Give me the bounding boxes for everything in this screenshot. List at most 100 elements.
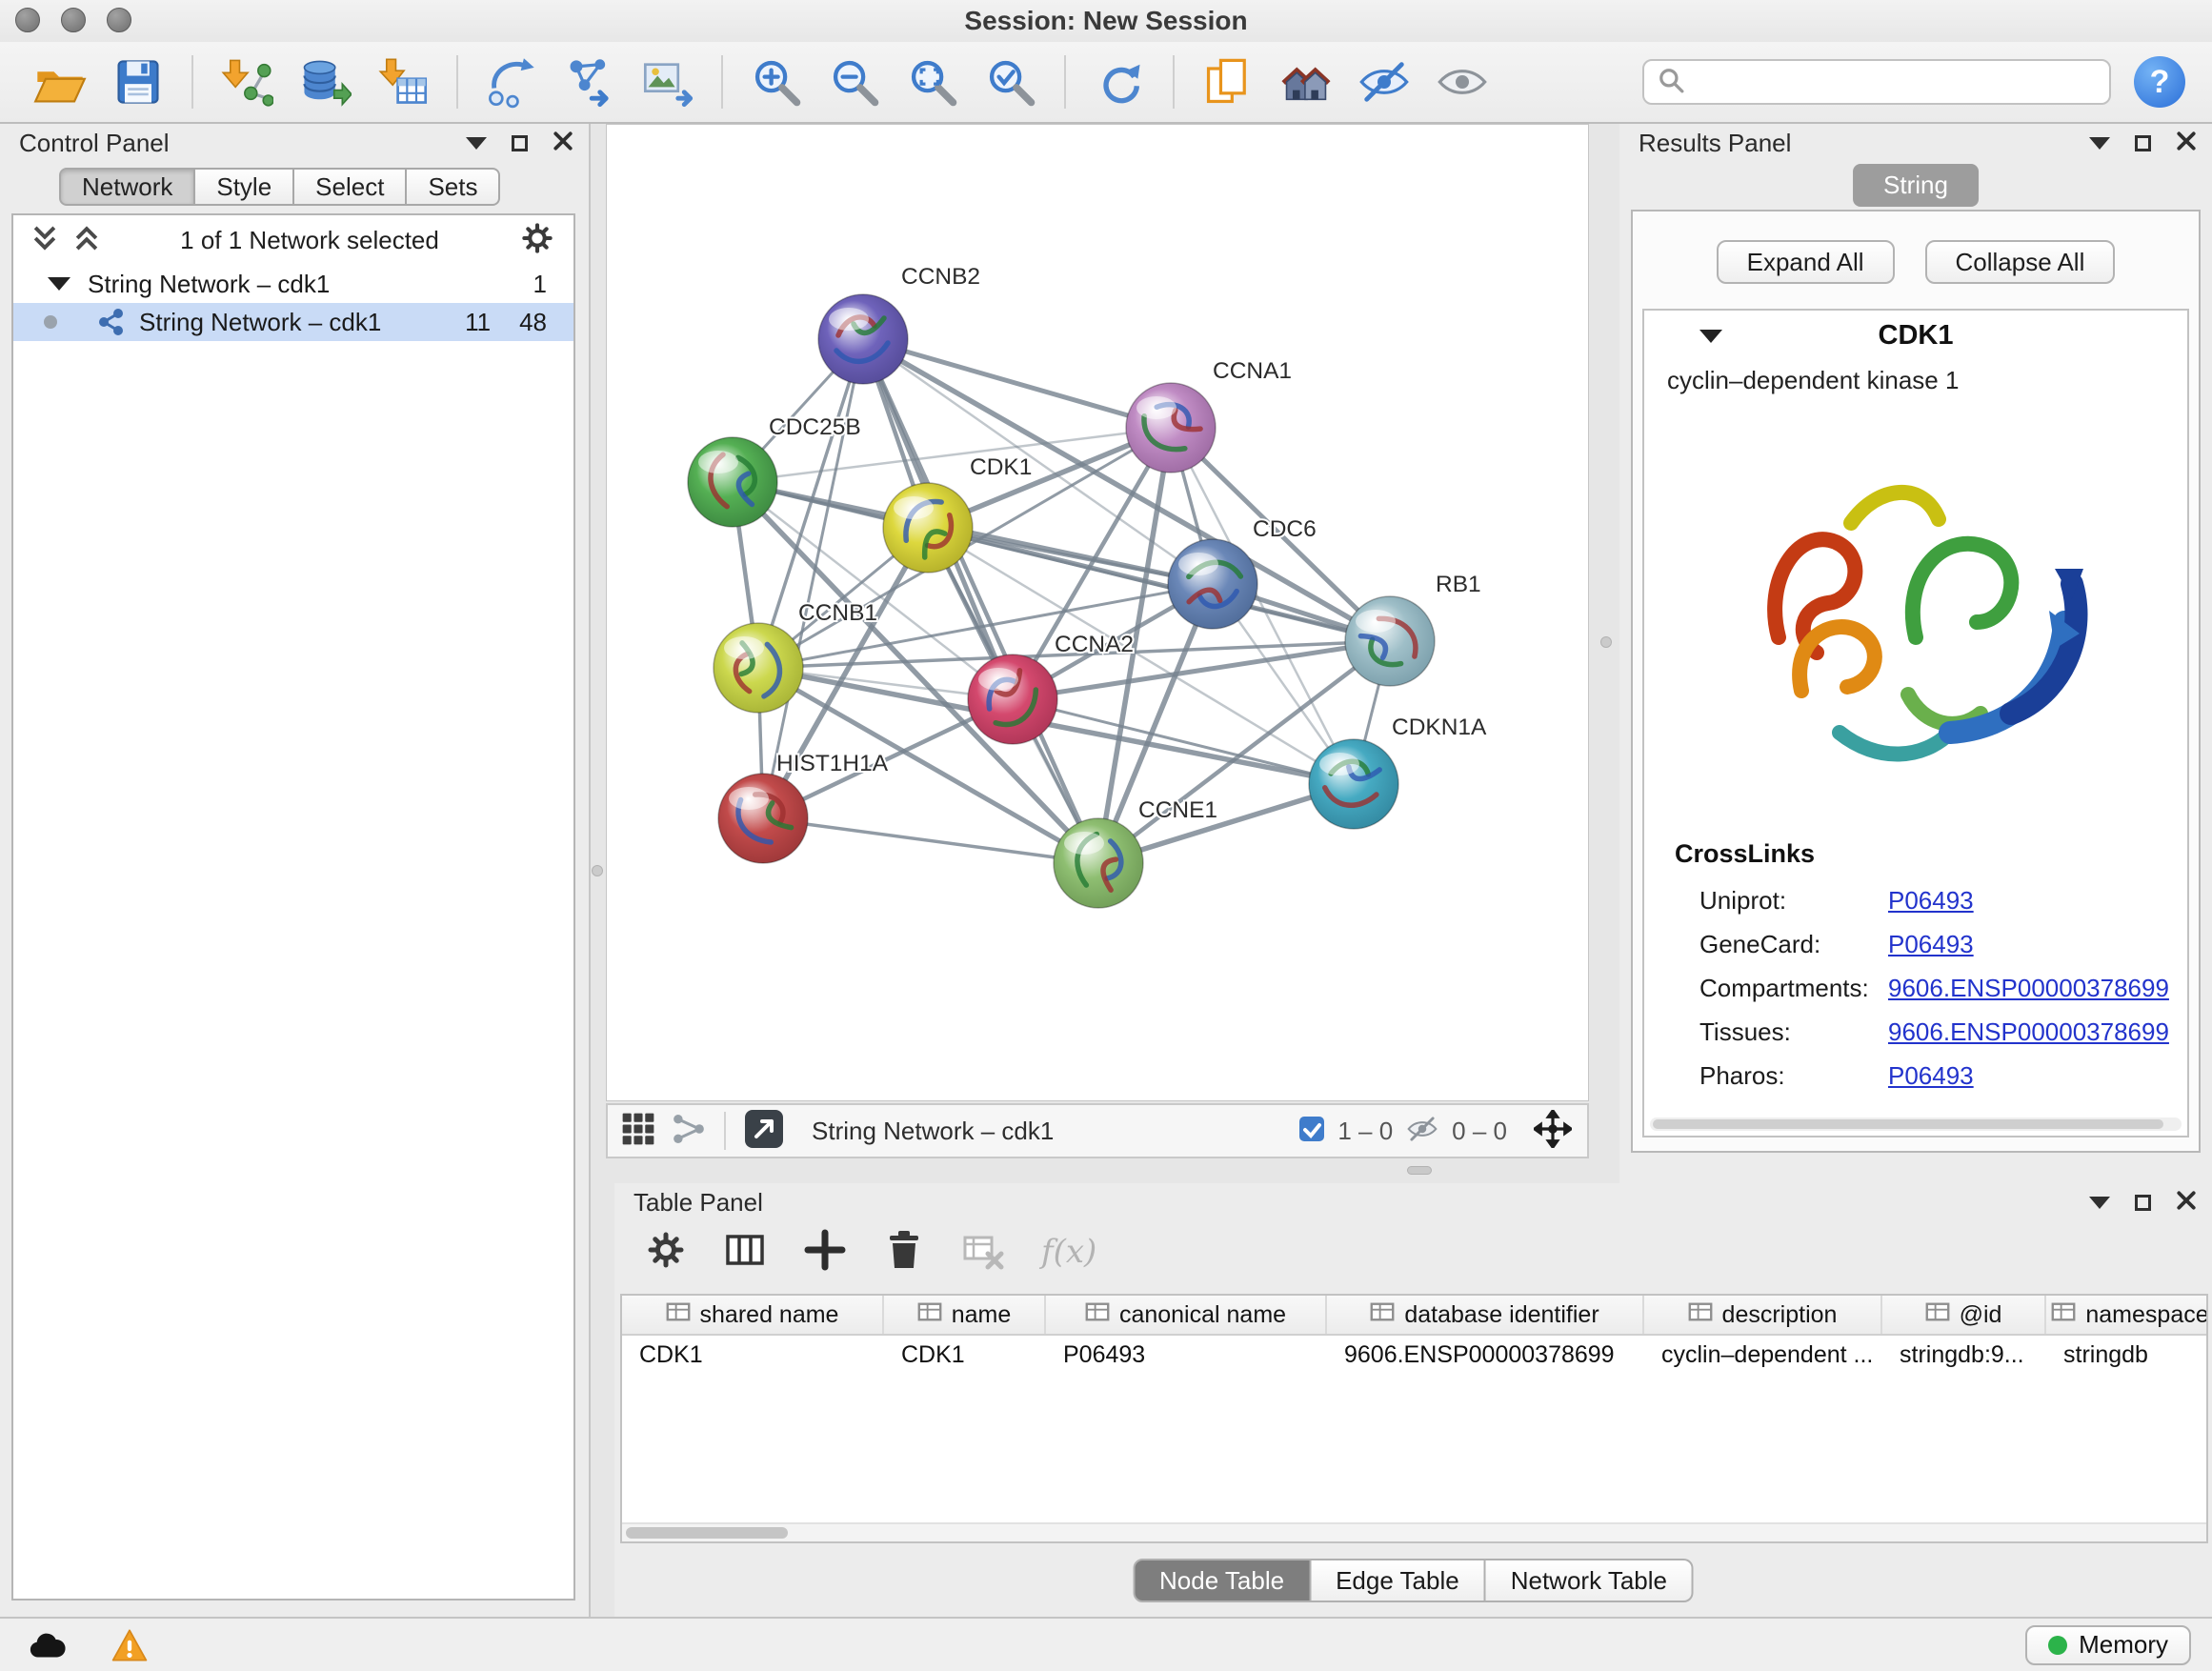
column-header--id[interactable]: @id — [1882, 1296, 2046, 1334]
network-graph[interactable]: CCNB2CCNA1CDC25BCDK1CDC6RB1CCNB1CCNA2CDK… — [607, 125, 1588, 1100]
expand-all-button[interactable]: Expand All — [1717, 240, 1895, 284]
detach-view-icon[interactable] — [743, 1108, 785, 1155]
results-panel-collapse-icon[interactable] — [2089, 137, 2110, 150]
network-edge[interactable] — [758, 584, 1213, 668]
zoom-out-icon[interactable] — [824, 51, 885, 112]
column-header-description[interactable]: description — [1644, 1296, 1882, 1334]
network-edge[interactable] — [763, 339, 863, 818]
hide-selected-icon[interactable] — [1354, 51, 1415, 112]
fit-content-crosshair-icon[interactable] — [1534, 1110, 1572, 1153]
entry-collapse-icon[interactable] — [1699, 330, 1722, 343]
network-node-CCNB2[interactable] — [818, 294, 908, 384]
show-all-icon[interactable] — [1432, 51, 1493, 112]
help-button[interactable]: ? — [2134, 56, 2185, 108]
first-neighbors-icon[interactable] — [1276, 51, 1337, 112]
zoom-fit-icon[interactable] — [902, 51, 963, 112]
tab-select[interactable]: Select — [294, 168, 407, 206]
window-zoom-button[interactable] — [107, 8, 131, 32]
network-node-HIST1H1A[interactable] — [718, 774, 808, 863]
crosslink-value-link[interactable]: P06493 — [1888, 1061, 1974, 1091]
memory-button[interactable]: Memory — [2025, 1625, 2191, 1665]
collapse-all-button[interactable]: Collapse All — [1925, 240, 2116, 284]
warning-status-button[interactable] — [103, 1624, 156, 1666]
expand-all-icon[interactable] — [30, 223, 59, 258]
left-splitter-handle[interactable] — [592, 865, 603, 876]
network-collection-row[interactable]: String Network – cdk1 1 — [13, 265, 573, 303]
table-panel-float-icon[interactable] — [2135, 1195, 2151, 1211]
table-hscrollbar-thumb[interactable] — [626, 1527, 788, 1539]
network-node-CDKN1A[interactable] — [1309, 739, 1398, 829]
protein-entry-header[interactable]: CDK1 — [1644, 311, 2187, 360]
results-panel-float-icon[interactable] — [2135, 135, 2151, 151]
export-image-icon[interactable] — [637, 51, 698, 112]
network-node-CCNA1[interactable] — [1126, 383, 1216, 473]
collection-expander-icon[interactable] — [48, 277, 70, 291]
column-header-namespace[interactable]: namespace — [2046, 1296, 2208, 1334]
save-session-icon[interactable] — [108, 51, 169, 112]
network-edge[interactable] — [863, 339, 1171, 428]
results-hscrollbar[interactable] — [1650, 1117, 2182, 1131]
crosslink-value-link[interactable]: 9606.ENSP00000378699 — [1888, 1017, 2169, 1047]
table-tab-edge-table[interactable]: Edge Table — [1311, 1559, 1486, 1602]
network-overview-icon[interactable] — [671, 1112, 707, 1151]
network-node-CCNE1[interactable] — [1054, 818, 1143, 908]
clone-network-icon[interactable] — [559, 51, 620, 112]
network-node-CCNA2[interactable] — [968, 654, 1057, 744]
table-panel-collapse-icon[interactable] — [2089, 1197, 2110, 1209]
network-node-CDC25B[interactable] — [688, 437, 777, 527]
hidden-eye-icon[interactable] — [1404, 1113, 1440, 1150]
delete-column-icon[interactable] — [883, 1228, 925, 1277]
window-close-button[interactable] — [15, 8, 40, 32]
import-network-file-icon[interactable] — [216, 51, 277, 112]
network-edge[interactable] — [863, 339, 1098, 863]
cloud-status-button[interactable] — [21, 1624, 74, 1666]
column-header-name[interactable]: name — [884, 1296, 1046, 1334]
refresh-view-icon[interactable] — [1089, 51, 1150, 112]
import-network-database-icon[interactable] — [294, 51, 355, 112]
control-panel-collapse-icon[interactable] — [466, 137, 487, 150]
network-node-CDC6[interactable] — [1168, 539, 1257, 629]
copy-view-icon[interactable] — [1197, 51, 1258, 112]
window-minimize-button[interactable] — [61, 8, 86, 32]
table-settings-gear-icon[interactable] — [645, 1229, 687, 1276]
table-row[interactable]: CDK1CDK1P064939606.ENSP00000378699cyclin… — [622, 1336, 2206, 1374]
network-row[interactable]: String Network – cdk1 11 48 — [13, 303, 573, 341]
horizontal-splitter-handle[interactable] — [1407, 1166, 1432, 1175]
show-columns-icon[interactable] — [723, 1228, 767, 1277]
crosslink-value-link[interactable]: P06493 — [1888, 930, 1974, 959]
column-header-shared-name[interactable]: shared name — [622, 1296, 884, 1334]
network-node-CCNB1[interactable] — [714, 623, 803, 713]
network-options-gear-icon[interactable] — [518, 219, 556, 262]
table-panel-close-icon[interactable] — [2176, 1190, 2197, 1216]
results-panel-close-icon[interactable] — [2176, 131, 2197, 156]
network-node-CDK1[interactable] — [883, 483, 973, 573]
tab-network[interactable]: Network — [59, 168, 195, 206]
open-session-icon[interactable] — [30, 51, 90, 112]
import-table-icon[interactable] — [372, 51, 433, 112]
crosslink-value-link[interactable]: P06493 — [1888, 886, 1974, 916]
network-from-selection-icon[interactable] — [481, 51, 542, 112]
table-tab-network-table[interactable]: Network Table — [1486, 1559, 1694, 1602]
collapse-all-icon[interactable] — [72, 223, 101, 258]
add-column-icon[interactable] — [803, 1228, 847, 1277]
tab-string[interactable]: String — [1853, 164, 1979, 207]
crosslink-value-link[interactable]: 9606.ENSP00000378699 — [1888, 974, 2169, 1003]
selected-checkbox-icon[interactable] — [1297, 1115, 1326, 1148]
results-hscrollbar-thumb[interactable] — [1653, 1119, 2163, 1129]
table-tab-node-table[interactable]: Node Table — [1133, 1559, 1311, 1602]
control-panel-close-icon[interactable] — [553, 131, 573, 156]
network-edge[interactable] — [763, 818, 1098, 863]
tab-sets[interactable]: Sets — [407, 168, 500, 206]
tab-style[interactable]: Style — [195, 168, 294, 206]
search-input[interactable] — [1694, 68, 2096, 97]
network-view[interactable]: CCNB2CCNA1CDC25BCDK1CDC6RB1CCNB1CCNA2CDK… — [606, 124, 1589, 1101]
column-header-canonical-name[interactable]: canonical name — [1046, 1296, 1327, 1334]
grid-mode-icon[interactable] — [619, 1110, 657, 1153]
control-panel-float-icon[interactable] — [512, 135, 528, 151]
right-splitter-handle[interactable] — [1600, 636, 1612, 648]
zoom-in-icon[interactable] — [746, 51, 807, 112]
zoom-selected-icon[interactable] — [980, 51, 1041, 112]
network-node-RB1[interactable] — [1345, 596, 1435, 686]
table-hscrollbar[interactable] — [622, 1522, 2206, 1541]
column-header-database-identifier[interactable]: database identifier — [1327, 1296, 1644, 1334]
